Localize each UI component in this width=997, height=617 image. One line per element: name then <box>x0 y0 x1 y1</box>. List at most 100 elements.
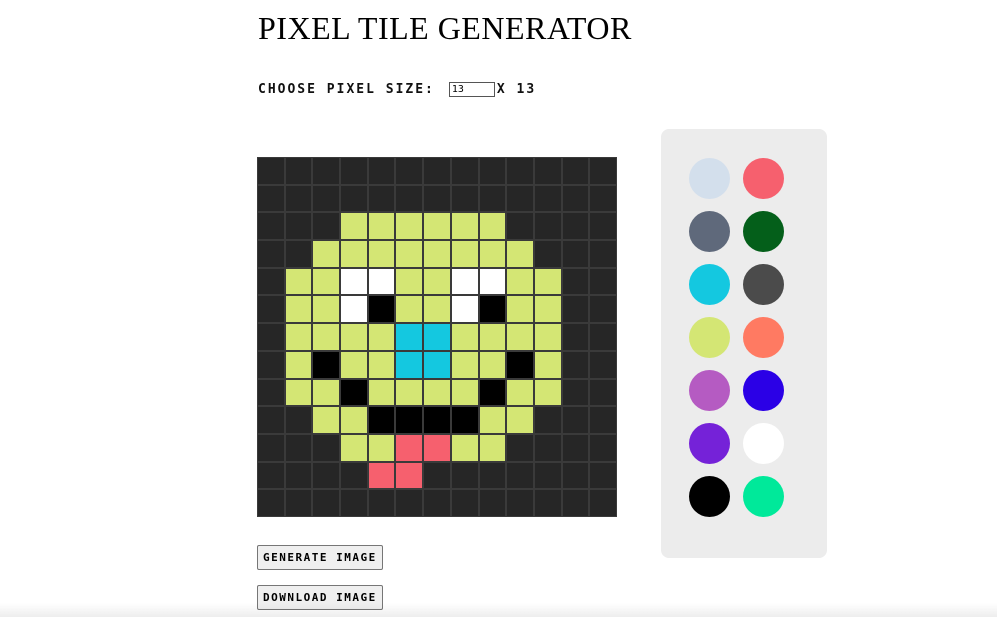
pixel-cell[interactable] <box>313 268 340 295</box>
pixel-cell[interactable] <box>562 462 589 489</box>
pixel-cell[interactable] <box>368 379 395 406</box>
pixel-cell[interactable] <box>562 490 589 516</box>
pixel-cell[interactable] <box>341 241 367 267</box>
pixel-cell[interactable] <box>368 185 395 212</box>
pixel-cell[interactable] <box>258 324 284 350</box>
pixel-cell[interactable] <box>258 434 284 461</box>
pixel-cell[interactable] <box>341 268 367 295</box>
pixel-cell[interactable] <box>368 490 395 516</box>
pixel-cell[interactable] <box>590 490 616 516</box>
pixel-cell[interactable] <box>424 434 450 461</box>
pixel-cell[interactable] <box>285 213 312 240</box>
color-swatch[interactable] <box>743 476 784 517</box>
pixel-cell[interactable] <box>424 462 450 489</box>
pixel-cell[interactable] <box>396 407 423 433</box>
pixel-cell[interactable] <box>507 213 533 240</box>
pixel-cell[interactable] <box>562 351 589 378</box>
pixel-cell[interactable] <box>507 296 533 323</box>
pixel-cell[interactable] <box>590 351 616 378</box>
pixel-cell[interactable] <box>424 490 450 516</box>
pixel-cell[interactable] <box>396 241 423 267</box>
color-swatch[interactable] <box>689 158 730 199</box>
pixel-cell[interactable] <box>396 490 423 516</box>
pixel-cell[interactable] <box>451 158 478 184</box>
pixel-size-input[interactable] <box>448 82 495 97</box>
pixel-cell[interactable] <box>341 324 367 350</box>
pixel-cell[interactable] <box>396 185 423 212</box>
pixel-cell[interactable] <box>590 324 616 350</box>
pixel-cell[interactable] <box>368 407 395 433</box>
pixel-cell[interactable] <box>479 490 506 516</box>
pixel-cell[interactable] <box>341 434 367 461</box>
pixel-cell[interactable] <box>341 379 367 406</box>
pixel-cell[interactable] <box>507 490 533 516</box>
pixel-cell[interactable] <box>534 379 561 406</box>
color-swatch[interactable] <box>743 370 784 411</box>
pixel-cell[interactable] <box>341 185 367 212</box>
pixel-cell[interactable] <box>313 241 340 267</box>
pixel-cell[interactable] <box>451 379 478 406</box>
pixel-cell[interactable] <box>396 213 423 240</box>
pixel-cell[interactable] <box>534 268 561 295</box>
pixel-cell[interactable] <box>285 268 312 295</box>
pixel-cell[interactable] <box>258 490 284 516</box>
pixel-cell[interactable] <box>368 434 395 461</box>
pixel-cell[interactable] <box>341 407 367 433</box>
pixel-cell[interactable] <box>396 296 423 323</box>
pixel-cell[interactable] <box>507 241 533 267</box>
pixel-cell[interactable] <box>534 490 561 516</box>
pixel-cell[interactable] <box>424 296 450 323</box>
pixel-cell[interactable] <box>451 213 478 240</box>
pixel-cell[interactable] <box>507 324 533 350</box>
pixel-cell[interactable] <box>534 296 561 323</box>
pixel-cell[interactable] <box>258 213 284 240</box>
pixel-cell[interactable] <box>368 268 395 295</box>
pixel-cell[interactable] <box>562 407 589 433</box>
pixel-cell[interactable] <box>313 434 340 461</box>
color-swatch[interactable] <box>743 264 784 305</box>
pixel-cell[interactable] <box>562 213 589 240</box>
pixel-cell[interactable] <box>451 351 478 378</box>
pixel-cell[interactable] <box>396 379 423 406</box>
color-swatch[interactable] <box>689 264 730 305</box>
pixel-cell[interactable] <box>534 351 561 378</box>
color-swatch[interactable] <box>743 423 784 464</box>
pixel-cell[interactable] <box>341 296 367 323</box>
color-swatch[interactable] <box>689 476 730 517</box>
pixel-cell[interactable] <box>368 351 395 378</box>
pixel-cell[interactable] <box>424 158 450 184</box>
pixel-cell[interactable] <box>258 268 284 295</box>
pixel-cell[interactable] <box>534 434 561 461</box>
pixel-cell[interactable] <box>534 213 561 240</box>
pixel-cell[interactable] <box>562 158 589 184</box>
pixel-cell[interactable] <box>368 462 395 489</box>
pixel-cell[interactable] <box>341 158 367 184</box>
pixel-cell[interactable] <box>341 462 367 489</box>
pixel-cell[interactable] <box>341 351 367 378</box>
color-swatch[interactable] <box>743 211 784 252</box>
pixel-cell[interactable] <box>590 379 616 406</box>
pixel-cell[interactable] <box>534 462 561 489</box>
pixel-cell[interactable] <box>590 241 616 267</box>
pixel-cell[interactable] <box>479 185 506 212</box>
pixel-cell[interactable] <box>396 268 423 295</box>
pixel-cell[interactable] <box>285 296 312 323</box>
pixel-cell[interactable] <box>313 351 340 378</box>
pixel-cell[interactable] <box>313 462 340 489</box>
pixel-cell[interactable] <box>396 158 423 184</box>
pixel-cell[interactable] <box>562 379 589 406</box>
pixel-cell[interactable] <box>424 379 450 406</box>
pixel-cell[interactable] <box>258 462 284 489</box>
pixel-cell[interactable] <box>507 407 533 433</box>
pixel-cell[interactable] <box>507 434 533 461</box>
pixel-cell[interactable] <box>313 185 340 212</box>
pixel-cell[interactable] <box>507 158 533 184</box>
pixel-cell[interactable] <box>396 351 423 378</box>
pixel-cell[interactable] <box>341 213 367 240</box>
pixel-cell[interactable] <box>562 324 589 350</box>
pixel-cell[interactable] <box>507 379 533 406</box>
pixel-cell[interactable] <box>285 490 312 516</box>
pixel-cell[interactable] <box>534 185 561 212</box>
color-swatch[interactable] <box>743 317 784 358</box>
pixel-cell[interactable] <box>451 324 478 350</box>
